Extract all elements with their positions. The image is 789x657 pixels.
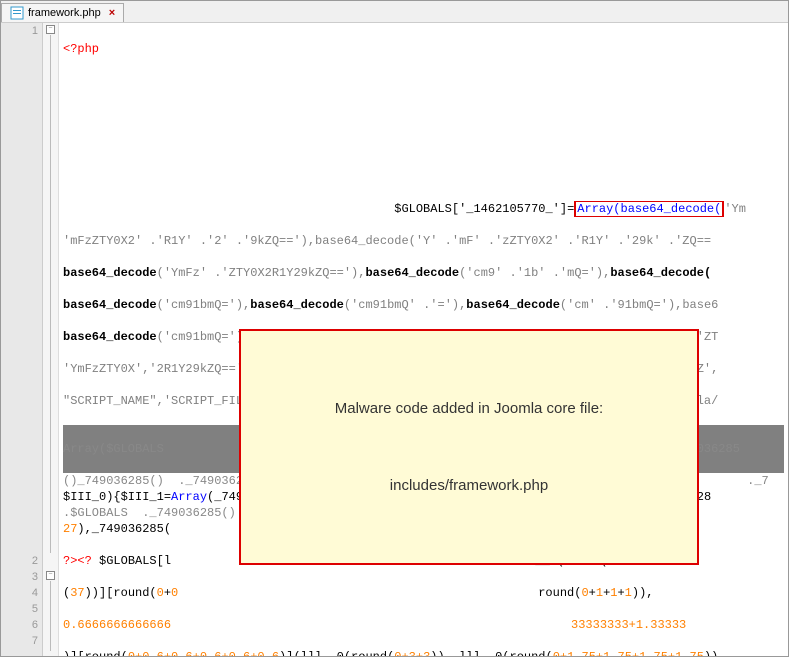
line-number: 6: [1, 617, 38, 633]
editor-body: 1 2 3 4 5 6 7 − − <?php $GLOBALS['_14621…: [1, 23, 788, 656]
fold-toggle[interactable]: −: [46, 571, 55, 580]
callout-line2: includes/framework.php: [271, 473, 667, 499]
fold-guide: [50, 581, 51, 651]
php-file-icon: [10, 6, 24, 20]
line-number: 2: [1, 553, 38, 569]
line-number: 7: [1, 633, 38, 649]
callout-line1: Malware code added in Joomla core file:: [271, 396, 667, 422]
annotation-highlight: Array(base64_decode(: [574, 201, 724, 217]
line-number: 3: [1, 569, 38, 585]
php-open-tag: <?php: [63, 42, 99, 56]
fold-guide: [50, 35, 51, 553]
file-tab[interactable]: framework.php ×: [1, 3, 124, 22]
line-gutter: 1 2 3 4 5 6 7: [1, 23, 43, 656]
tab-filename: framework.php: [28, 7, 101, 19]
line-number: 5: [1, 601, 38, 617]
tab-bar: framework.php ×: [1, 1, 788, 23]
fold-toggle[interactable]: −: [46, 25, 55, 34]
line-number: 1: [1, 23, 38, 553]
code-area[interactable]: <?php $GLOBALS['_1462105770_']=Array(bas…: [59, 23, 788, 656]
close-icon[interactable]: ×: [109, 7, 115, 19]
annotation-callout: Malware code added in Joomla core file: …: [239, 329, 699, 565]
fold-column: − −: [43, 23, 59, 656]
line-number: 4: [1, 585, 38, 601]
